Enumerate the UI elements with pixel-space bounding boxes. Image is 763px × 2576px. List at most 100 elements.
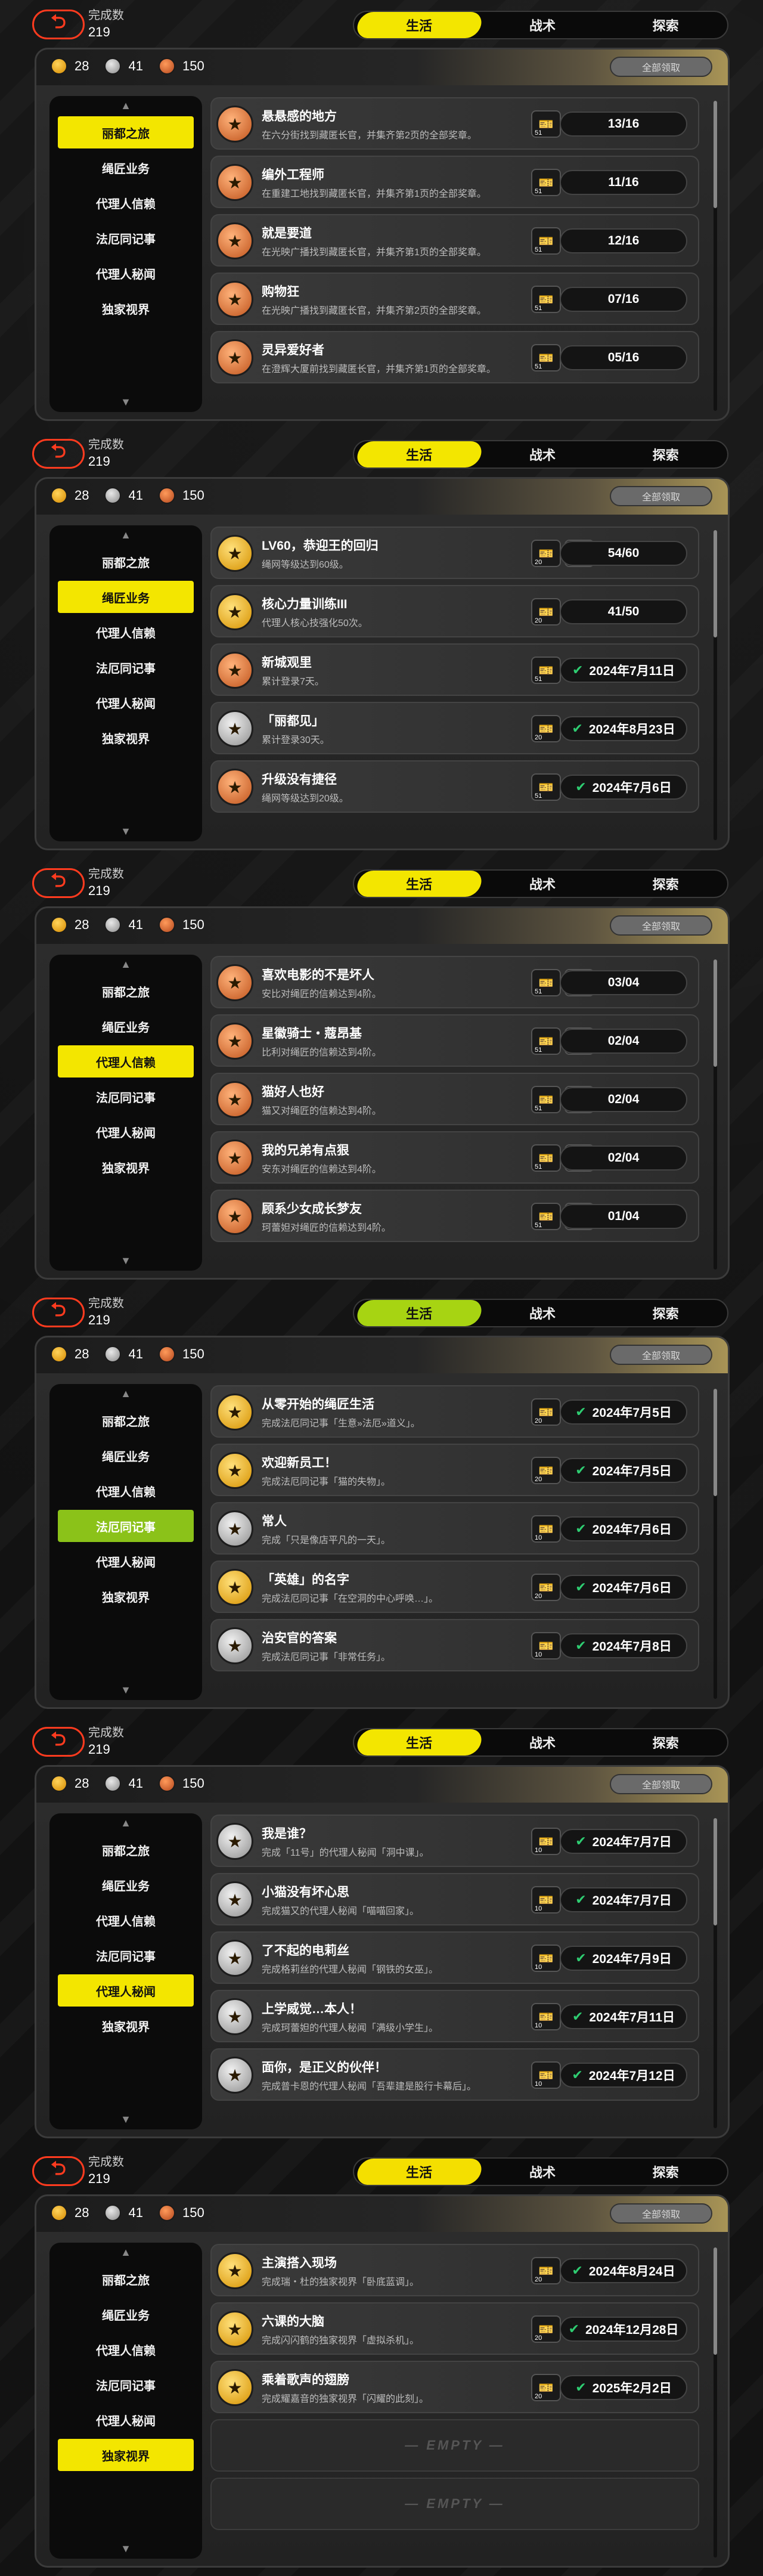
scrollbar-thumb[interactable] [714,101,717,208]
scrollbar-thumb[interactable] [714,2247,717,2355]
claim-all-button[interactable]: 全部领取 [610,486,712,506]
task-row[interactable]: ★我的兄弟有点狠安东对绳匠的信赖达到4阶。🎫51💵102/04 [210,1131,699,1184]
task-scrollbar[interactable] [714,959,717,1270]
task-row[interactable]: ★ 悬悬感的地方 在六分街找到藏匿长官，并集齐第2页的全部奖章。 🎫 51 13/16 [210,97,699,150]
category-item[interactable]: 代理人秘闻 [58,1545,194,1577]
tab-life[interactable]: 生活 [355,12,484,38]
task-scrollbar[interactable] [714,101,717,411]
task-row[interactable]: ★ 新城观里 累计登录7天。 🎫 51 ✔ 2024年7月11日 [210,643,699,696]
back-button[interactable]: ⮌ [32,868,85,898]
task-row[interactable]: ★ 核心力量训练III 代理人核心技强化50次。 🎫 20 41/50 [210,585,699,637]
category-item[interactable]: 代理人信赖 [58,616,194,648]
task-scrollbar[interactable] [714,1818,717,2128]
task-scrollbar[interactable] [714,1389,717,1699]
claim-all-button[interactable]: 全部领取 [610,1345,712,1365]
category-item[interactable]: 法厄同记事 [58,1510,194,1542]
task-scrollbar[interactable] [714,530,717,840]
task-row[interactable]: ★ 编外工程师 在重建工地找到藏匿长官，并集齐第1页的全部奖章。 🎫 51 11/16 [210,156,699,208]
category-item[interactable]: 法厄同记事 [58,222,194,254]
category-item[interactable]: 法厄同记事 [58,1939,194,1971]
task-row[interactable]: ★ 「英雄」的名字 完成法厄同记事「在空洞的中心呼唤…」。 🎫 20 ✔ 2024年7月6日 [210,1561,699,1613]
tab-explore[interactable]: 探索 [604,2159,727,2185]
task-row[interactable]: ★ 灵异爱好者 在澄辉大厦前找到藏匿长官，并集齐第1页的全部奖章。 🎫 51 05/16 [210,331,699,383]
category-item[interactable]: 法厄同记事 [58,651,194,683]
scroll-down-icon[interactable]: ▼ [49,1684,202,1696]
category-item[interactable]: 独家视界 [58,1580,194,1612]
back-button[interactable]: ⮌ [32,2156,85,2186]
task-row[interactable]: ★ 小猫没有坏心思 完成猫又的代理人秘闻「喵喵回家」。 🎫 10 ✔ 2024年7月7日 [210,1873,699,1925]
tab-life[interactable]: 生活 [355,441,484,467]
task-row[interactable]: ★ 六课的大脑 完成闪闪鹤的独家视界「虚拟杀机」。 🎫 20 ✔ 2024年12月28日 [210,2302,699,2355]
tab-explore[interactable]: 探索 [604,441,727,467]
scroll-down-icon[interactable]: ▼ [49,1255,202,1267]
claim-all-button[interactable]: 全部领取 [610,2203,712,2224]
back-button[interactable]: ⮌ [32,1727,85,1757]
category-item[interactable]: 法厄同记事 [58,2368,194,2401]
tab-tactics[interactable]: 战术 [481,871,604,897]
tab-life[interactable]: 生活 [355,1729,484,1755]
tab-explore[interactable]: 探索 [604,1729,727,1755]
category-item[interactable]: 代理人信赖 [58,1045,194,1078]
scroll-down-icon[interactable]: ▼ [49,396,202,408]
tab-tactics[interactable]: 战术 [481,441,604,467]
task-row[interactable]: ★ 就是要道 在光映广播找到藏匿长官，并集齐第1页的全部奖章。 🎫 51 12/16 [210,214,699,267]
task-row[interactable]: ★ 从零开始的绳匠生活 完成法厄同记事「生意»法厄»道义」。 🎫 20 ✔ 2024年7月5… [210,1385,699,1438]
category-item[interactable]: 绳匠业务 [58,2298,194,2330]
scroll-down-icon[interactable]: ▼ [49,2113,202,2126]
category-item[interactable]: 绳匠业务 [58,1010,194,1042]
task-row[interactable]: ★ 面你，是正义的伙伴！ 完成普卡恩的代理人秘闻「吾辈建是股行卡幕后」。 🎫 10 ✔ 20… [210,2048,699,2101]
scroll-down-icon[interactable]: ▼ [49,2543,202,2555]
category-item[interactable]: 独家视界 [58,2010,194,2042]
category-item[interactable]: 绳匠业务 [58,581,194,613]
back-button[interactable]: ⮌ [32,439,85,469]
tab-tactics[interactable]: 战术 [481,1729,604,1755]
category-item[interactable]: 代理人秘闻 [58,1116,194,1148]
task-row[interactable]: ★ 「丽都见」 累计登录30天。 🎫 20 ✔ 2024年8月23日 [210,702,699,754]
category-item[interactable]: 代理人信赖 [58,2333,194,2366]
category-item[interactable]: 独家视界 [58,1151,194,1183]
task-row[interactable]: ★星徽骑士・蔻昂基比利对绳匠的信赖达到4阶。🎫51💵102/04 [210,1014,699,1067]
category-item[interactable]: 绳匠业务 [58,1439,194,1472]
category-item[interactable]: 丽都之旅 [58,2263,194,2295]
tab-life[interactable]: 生活 [355,2159,484,2185]
scroll-down-icon[interactable]: ▼ [49,825,202,838]
task-row[interactable]: ★喜欢电影的不是坏人安比对绳匠的信赖达到4阶。🎫51💵103/04 [210,956,699,1008]
category-item[interactable]: 独家视界 [58,2439,194,2471]
category-item[interactable]: 丽都之旅 [58,116,194,148]
scroll-up-icon[interactable]: ▲ [49,100,202,112]
category-item[interactable]: 丽都之旅 [58,546,194,578]
category-item[interactable]: 独家视界 [58,722,194,754]
scrollbar-thumb[interactable] [714,1389,717,1496]
scrollbar-thumb[interactable] [714,959,717,1067]
tab-life[interactable]: 生活 [355,871,484,897]
claim-all-button[interactable]: 全部领取 [610,915,712,936]
category-item[interactable]: 代理人秘闻 [58,2404,194,2436]
task-row[interactable]: ★ 常人 完成「只是像店平凡的一天」。 🎫 10 ✔ 2024年7月6日 [210,1502,699,1555]
scroll-up-icon[interactable]: ▲ [49,1388,202,1400]
category-item[interactable]: 绳匠业务 [58,151,194,184]
tab-explore[interactable]: 探索 [604,871,727,897]
scrollbar-thumb[interactable] [714,530,717,637]
claim-all-button[interactable]: 全部领取 [610,1774,712,1794]
task-row[interactable]: ★LV60，恭迎王的回归绳网等级达到60级。🎫20💵154/60 [210,527,699,579]
tab-tactics[interactable]: 战术 [481,12,604,38]
tab-explore[interactable]: 探索 [604,12,727,38]
category-item[interactable]: 代理人秘闻 [58,1974,194,2007]
category-item[interactable]: 代理人秘闻 [58,686,194,719]
claim-all-button[interactable]: 全部领取 [610,57,712,77]
task-row[interactable]: ★ 治安官的答案 完成法厄同记事「非常任务」。 🎫 10 ✔ 2024年7月8日 [210,1619,699,1671]
scroll-up-icon[interactable]: ▲ [49,2246,202,2259]
category-item[interactable]: 丽都之旅 [58,975,194,1007]
scroll-up-icon[interactable]: ▲ [49,1817,202,1829]
category-item[interactable]: 丽都之旅 [58,1404,194,1436]
back-button[interactable]: ⮌ [32,1298,85,1327]
task-row[interactable]: ★ 主演搭入现场 完成瑞・杜的独家视界「卧底蓝调」。 🎫 20 ✔ 2024年8月24日 [210,2244,699,2296]
category-item[interactable]: 法厄同记事 [58,1080,194,1113]
category-item[interactable]: 代理人信赖 [58,187,194,219]
task-row[interactable]: ★ 我是谁？ 完成「11号」的代理人秘闻「洞中课」。 🎫 10 ✔ 2024年7月7日 [210,1815,699,1867]
tab-tactics[interactable]: 战术 [481,2159,604,2185]
task-row[interactable]: ★ 欢迎新员工！ 完成法厄同记事「猫的失物」。 🎫 20 ✔ 2024年7月5日 [210,1444,699,1496]
scroll-up-icon[interactable]: ▲ [49,529,202,541]
task-row[interactable]: ★猫好人也好猫又对绳匠的信赖达到4阶。🎫51💵102/04 [210,1073,699,1125]
scroll-up-icon[interactable]: ▲ [49,958,202,971]
